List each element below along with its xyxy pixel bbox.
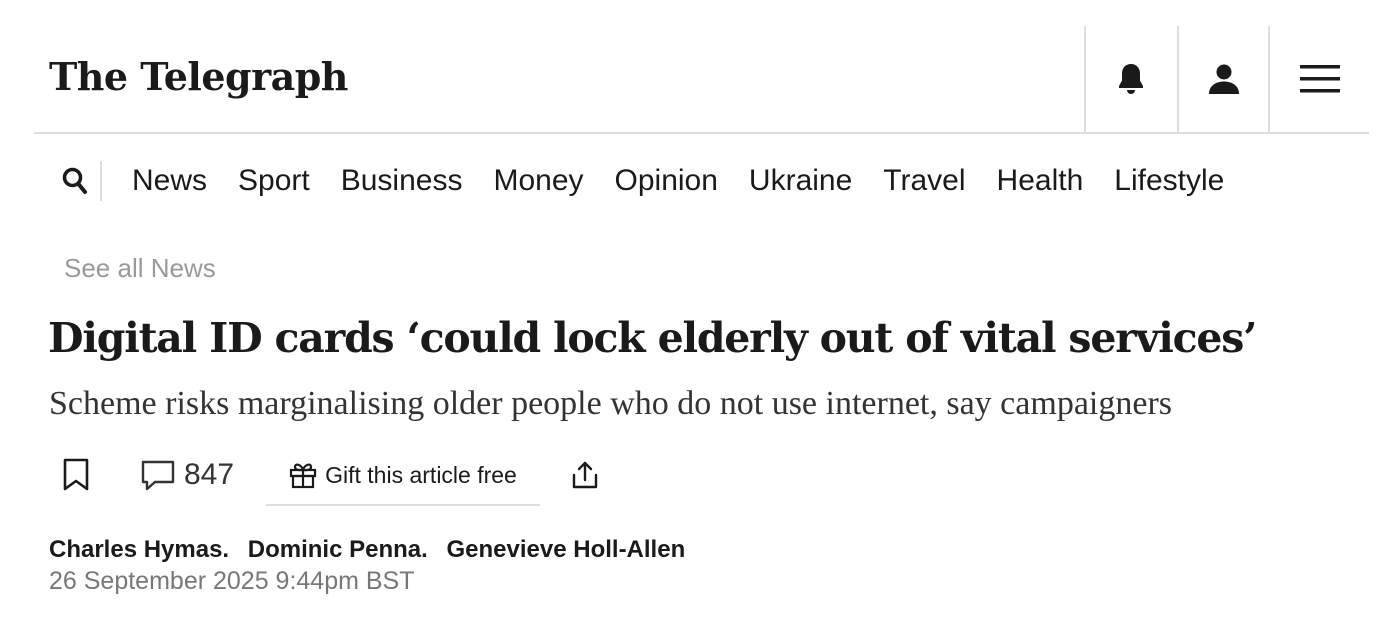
article-standfirst: Scheme risks marginalising older people … [49,385,1172,422]
gift-icon [290,463,317,489]
account-icon [1209,64,1239,94]
share-button[interactable] [570,446,604,504]
article-actions: 847 Gift this article free [50,446,650,506]
search-button[interactable] [50,161,102,201]
author-link[interactable]: Dominic Penna. [248,536,428,563]
article-headline: Digital ID cards ‘could lock elderly out… [48,314,1257,362]
nav-item-health[interactable]: Health [997,164,1084,198]
nav-item-news[interactable]: News [132,164,207,198]
nav-item-travel[interactable]: Travel [883,164,965,198]
publish-date: 26 September 2025 9:44pm BST [49,567,415,595]
nav-item-sport[interactable]: Sport [238,164,310,198]
see-all-news-link[interactable]: See all News [64,253,216,284]
nav-item-money[interactable]: Money [493,164,583,198]
nav-item-business[interactable]: Business [341,164,463,198]
gift-article-button[interactable]: Gift this article free [266,446,540,506]
author-link[interactable]: Genevieve Holl-Allen [446,536,685,563]
bookmark-icon [63,458,89,491]
comment-icon [141,460,175,491]
notifications-button[interactable] [1084,26,1176,132]
nav-item-opinion[interactable]: Opinion [615,164,718,198]
comment-count: 847 [184,458,235,491]
bell-icon [1119,64,1143,94]
nav-item-lifestyle[interactable]: Lifestyle [1114,164,1224,198]
comments-button[interactable]: 847 [140,446,234,504]
menu-icon [1299,65,1340,93]
search-icon [62,167,87,194]
gift-label: Gift this article free [325,461,517,488]
section-nav: News Sport Business Money Opinion Ukrain… [50,152,1280,210]
nav-item-ukraine[interactable]: Ukraine [749,164,852,198]
share-icon [572,461,598,489]
byline: Charles Hymas. Dominic Penna. Genevieve … [49,536,685,564]
account-button[interactable] [1177,26,1269,132]
site-logo[interactable]: The Telegraph [49,54,348,99]
author-link[interactable]: Charles Hymas. [49,536,229,563]
masthead: The Telegraph [34,26,1369,134]
menu-button[interactable] [1268,26,1369,132]
bookmark-button[interactable] [62,446,96,504]
